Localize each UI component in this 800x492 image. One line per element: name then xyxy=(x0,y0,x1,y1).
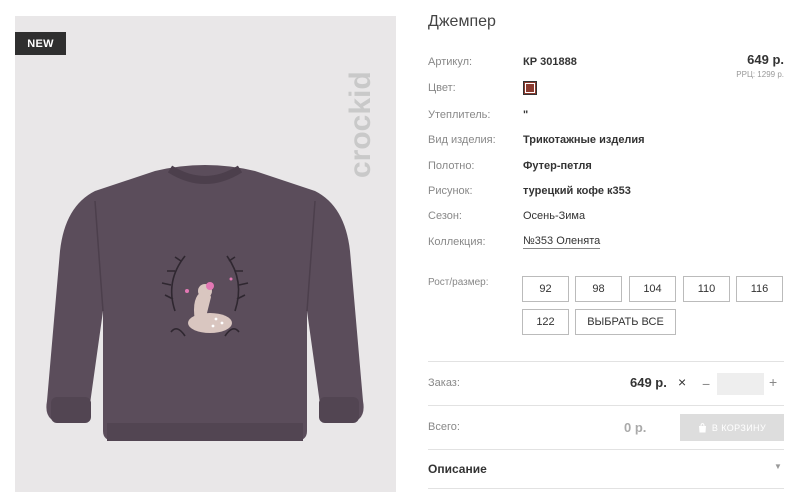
size-option-98[interactable]: 98 xyxy=(575,276,622,302)
spec-value: Трикотажные изделия xyxy=(523,134,645,146)
spec-label: Рисунок: xyxy=(428,185,473,197)
spec-value: Осень-Зима xyxy=(523,210,586,222)
shopping-bag-icon xyxy=(698,422,706,432)
spec-label: Утеплитель: xyxy=(428,109,491,121)
size-option-92[interactable]: 92 xyxy=(522,276,569,302)
size-option-116[interactable]: 116 xyxy=(736,276,783,302)
quantity-increment-button[interactable]: + xyxy=(769,374,777,390)
size-option-110[interactable]: 110 xyxy=(683,276,730,302)
size-option-122[interactable]: 122 xyxy=(522,309,569,335)
spec-value: " xyxy=(523,109,529,121)
spec-value: Футер-петля xyxy=(523,160,592,172)
spec-row-product-type: Вид изделия: Трикотажные изделия xyxy=(428,133,645,147)
quantity-decrement-button[interactable]: − xyxy=(702,376,710,392)
spec-label: Артикул: xyxy=(428,56,473,68)
recommended-retail-price: РРЦ: 1299 р. xyxy=(736,70,784,79)
spec-label: Полотно: xyxy=(428,160,475,172)
order-label: Заказ: xyxy=(428,377,460,389)
spec-label: Вид изделия: xyxy=(428,134,496,146)
total-value: 0 р. xyxy=(624,420,647,435)
spec-label: Сезон: xyxy=(428,210,462,222)
spec-row-season: Сезон: Осень-Зима xyxy=(428,209,585,223)
spec-label: Коллекция: xyxy=(428,236,486,248)
product-price: 649 р. xyxy=(747,52,784,67)
spec-label: Цвет: xyxy=(428,82,456,94)
spec-row-insulation: Утеплитель: " xyxy=(428,108,528,122)
spec-row-collection: Коллекция: №353 Оленята xyxy=(428,235,601,249)
product-title: Джемпер xyxy=(428,13,496,30)
total-label: Всего: xyxy=(428,421,460,433)
add-to-cart-button[interactable]: В КОРЗИНУ xyxy=(680,414,784,441)
size-option-104[interactable]: 104 xyxy=(629,276,676,302)
divider xyxy=(428,405,784,406)
spec-row-fabric: Полотно: Футер-петля xyxy=(428,159,592,173)
chevron-down-icon[interactable]: ▼ xyxy=(774,462,782,471)
spec-row-color: Цвет: xyxy=(428,81,537,95)
divider xyxy=(428,488,784,489)
sweater-image xyxy=(46,165,364,441)
add-to-cart-label: В КОРЗИНУ xyxy=(711,422,767,433)
select-all-sizes-button[interactable]: ВЫБРАТЬ ВСЕ xyxy=(575,309,676,335)
size-label: Рост/размер: xyxy=(428,277,489,288)
color-swatch[interactable] xyxy=(523,81,537,95)
description-toggle[interactable]: Описание xyxy=(428,462,487,476)
spec-row-print: Рисунок: турецкий кофе к353 xyxy=(428,184,631,198)
divider xyxy=(428,449,784,450)
collection-link[interactable]: №353 Оленята xyxy=(523,235,601,249)
product-photo[interactable]: NEW crockid xyxy=(15,16,396,492)
spec-value: КР 301888 xyxy=(523,56,577,68)
spec-row-article: Артикул: КР 301888 xyxy=(428,55,577,69)
spec-value: турецкий кофе к353 xyxy=(523,185,631,197)
multiply-icon: × xyxy=(678,374,687,390)
divider xyxy=(428,361,784,362)
quantity-input[interactable] xyxy=(717,373,764,395)
order-unit-price: 649 р. xyxy=(630,375,667,390)
brand-logo: crockid xyxy=(344,71,377,178)
new-badge: NEW xyxy=(15,32,66,55)
